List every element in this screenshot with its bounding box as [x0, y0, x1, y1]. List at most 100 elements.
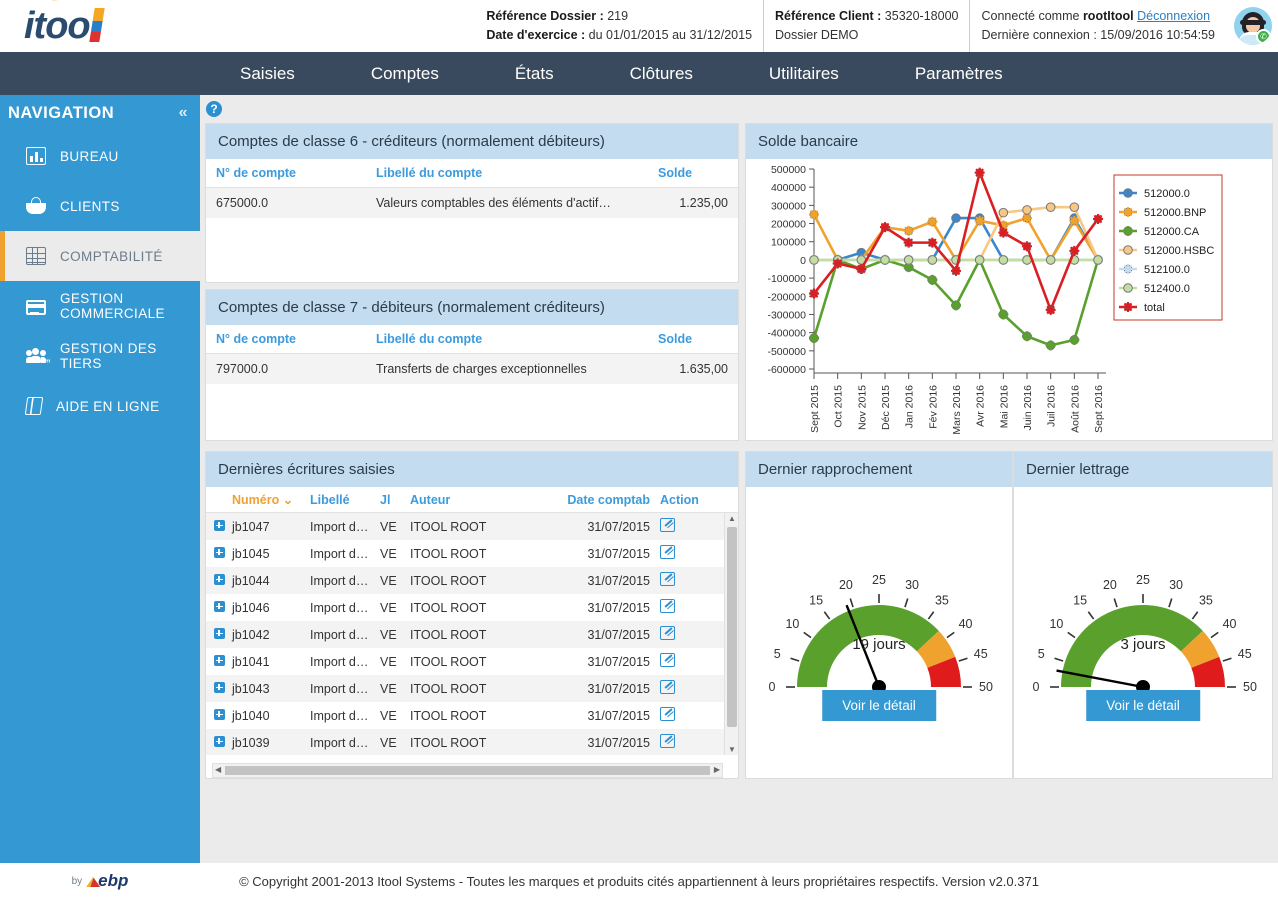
col-libelle[interactable]: Libellé du compte [366, 325, 648, 354]
expand-row-cell[interactable] [206, 628, 232, 642]
plus-icon[interactable] [214, 709, 225, 720]
scroll-down-icon[interactable]: ▼ [728, 745, 736, 754]
col-solde[interactable]: Solde [648, 159, 738, 188]
nav-comptes[interactable]: Comptes [349, 52, 461, 95]
edit-icon[interactable] [660, 680, 675, 694]
sidebar-item-gestion-des-tiers[interactable]: GESTION DES TIERS [0, 331, 200, 381]
edit-icon[interactable] [660, 599, 675, 613]
avatar[interactable]: ✆ [1234, 7, 1272, 45]
scroll-left-icon[interactable]: ◀ [215, 765, 221, 774]
col-solde[interactable]: Solde [648, 325, 738, 354]
edit-icon[interactable] [660, 707, 675, 721]
plus-icon[interactable] [214, 547, 225, 558]
expand-row-cell[interactable] [206, 520, 232, 534]
cell-action[interactable] [660, 545, 700, 562]
expand-row-cell[interactable] [206, 574, 232, 588]
dossier-name: Dossier DEMO [775, 26, 958, 45]
help-icon[interactable]: ? [206, 101, 222, 117]
table-row[interactable]: jb1039Import d…VEITOOL ROOT31/07/2015 [206, 729, 738, 755]
cell-jl: VE [380, 520, 410, 534]
col-libelle[interactable]: Libellé [310, 493, 380, 507]
plus-icon[interactable] [214, 601, 225, 612]
cell-date: 31/07/2015 [560, 547, 660, 561]
cell-action[interactable] [660, 734, 700, 751]
col-compte[interactable]: N° de compte [206, 159, 366, 188]
nav-parametres[interactable]: Paramètres [893, 52, 1025, 95]
expand-row-cell[interactable] [206, 709, 232, 723]
table-row[interactable]: 675000.0 Valeurs comptables des éléments… [206, 188, 738, 219]
col-compte[interactable]: N° de compte [206, 325, 366, 354]
logout-link[interactable]: Déconnexion [1137, 9, 1210, 23]
sidebar-item-bureau[interactable]: BUREAU [0, 131, 200, 181]
expand-row-cell[interactable] [206, 682, 232, 696]
nav-utilitaires[interactable]: Utilitaires [747, 52, 861, 95]
cell-action[interactable] [660, 626, 700, 643]
table-row[interactable]: jb1042Import d…VEITOOL ROOT31/07/2015 [206, 621, 738, 648]
cell-action[interactable] [660, 599, 700, 616]
edit-icon[interactable] [660, 734, 675, 748]
help-bar: ? [200, 95, 1278, 123]
cell-action[interactable] [660, 707, 700, 724]
table-row[interactable]: jb1043Import d…VEITOOL ROOT31/07/2015 [206, 675, 738, 702]
edit-icon[interactable] [660, 653, 675, 667]
table-row[interactable]: jb1046Import d…VEITOOL ROOT31/07/2015 [206, 594, 738, 621]
edit-icon[interactable] [660, 545, 675, 559]
plus-icon[interactable] [214, 520, 225, 531]
col-jl[interactable]: Jl [380, 493, 410, 507]
nav-saisies[interactable]: Saisies [218, 52, 317, 95]
svg-text:10: 10 [785, 617, 799, 631]
nav-etats[interactable]: États [493, 52, 576, 95]
sidebar-item-clients[interactable]: CLIENTS [0, 181, 200, 231]
plus-icon[interactable] [214, 655, 225, 666]
book-icon [25, 397, 44, 415]
expand-row-cell[interactable] [206, 547, 232, 561]
ecritures-horizontal-scrollbar[interactable]: ◀ ▶ [212, 763, 723, 778]
cell-libelle: Import d… [310, 601, 380, 615]
table-row[interactable]: jb1041Import d…VEITOOL ROOT31/07/2015 [206, 648, 738, 675]
col-auteur[interactable]: Auteur [410, 493, 560, 507]
scroll-thumb[interactable] [727, 527, 737, 727]
col-action[interactable]: Action [660, 493, 700, 507]
edit-icon[interactable] [660, 518, 675, 532]
plus-icon[interactable] [214, 628, 225, 639]
plus-icon[interactable] [214, 574, 225, 585]
expand-row-cell[interactable] [206, 736, 232, 750]
col-libelle[interactable]: Libellé du compte [366, 159, 648, 188]
logo[interactable]: 15 ans itoo [0, 0, 200, 52]
avatar-cell[interactable]: ✆ [1226, 0, 1278, 52]
cell-action[interactable] [660, 680, 700, 697]
nav-clotures[interactable]: Clôtures [608, 52, 715, 95]
table-row[interactable]: jb1047Import d…VEITOOL ROOT31/07/2015 [206, 513, 738, 540]
expand-row-cell[interactable] [206, 655, 232, 669]
rapprochement-gauge: 0510152025303540455019 jours Voir le dét… [746, 487, 1012, 739]
table-row[interactable]: jb1044Import d…VEITOOL ROOT31/07/2015 [206, 567, 738, 594]
col-date[interactable]: Date comptab [560, 493, 660, 507]
plus-icon[interactable] [214, 682, 225, 693]
edit-icon[interactable] [660, 626, 675, 640]
cell-action[interactable] [660, 653, 700, 670]
cell-action[interactable] [660, 572, 700, 589]
sidebar-item-comptabilite[interactable]: COMPTABILITÉ [0, 231, 200, 281]
cell-action[interactable] [660, 518, 700, 535]
scroll-thumb[interactable] [225, 766, 710, 775]
expand-row-cell[interactable] [206, 601, 232, 615]
sidebar-item-label: CLIENTS [60, 199, 120, 214]
panel-dernieres-ecritures: Dernières écritures saisies Numéro ⌄ Lib… [205, 451, 739, 779]
table-row[interactable]: jb1045Import d…VEITOOL ROOT31/07/2015 [206, 540, 738, 567]
col-numero[interactable]: Numéro ⌄ [232, 492, 310, 507]
table-row[interactable]: jb1040Import d…VEITOOL ROOT31/07/2015 [206, 702, 738, 729]
ecritures-vertical-scrollbar[interactable]: ▲ ▼ [724, 513, 738, 755]
cell-jl: VE [380, 682, 410, 696]
edit-icon[interactable] [660, 572, 675, 586]
sidebar-item-aide-en-ligne[interactable]: AIDE EN LIGNE [0, 381, 200, 431]
sidebar-item-gestion-commerciale[interactable]: GESTION COMMERCIALE [0, 281, 200, 331]
voir-detail-button-lettrage[interactable]: Voir le détail [1086, 690, 1200, 721]
scroll-up-icon[interactable]: ▲ [728, 514, 736, 523]
app-footer: by ebp © Copyright 2001-2013 Itool Syste… [0, 863, 1278, 899]
collapse-sidebar-icon[interactable]: « [179, 104, 188, 122]
scroll-right-icon[interactable]: ▶ [714, 765, 720, 774]
plus-icon[interactable] [214, 736, 225, 747]
voir-detail-button-rapprochement[interactable]: Voir le détail [822, 690, 936, 721]
table-row[interactable]: 797000.0 Transferts de charges exception… [206, 354, 738, 385]
cell-solde: 1.635,00 [648, 354, 738, 385]
